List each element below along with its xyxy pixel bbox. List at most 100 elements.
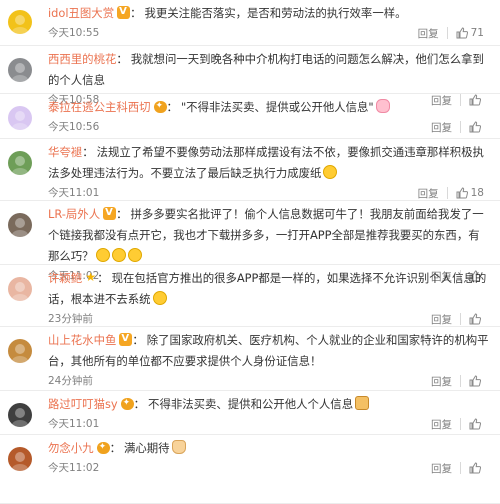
username-link[interactable]: idol丑图大赏 [48,6,114,20]
thumb-up-icon [469,418,481,430]
vip-badge-icon [103,206,117,220]
colon: ： [132,333,144,347]
crown-badge-icon [96,441,110,454]
like-button[interactable] [469,375,484,387]
reply-button[interactable]: 回复 [418,186,439,201]
avatar-image [8,213,32,237]
reply-button[interactable]: 回复 [431,312,452,327]
username-link[interactable]: LR-局外人 [48,207,100,221]
username-link[interactable]: 山上花水中鱼 [48,333,116,347]
hand-emoji-icon [171,440,186,454]
like-button[interactable] [469,121,484,133]
like-button[interactable]: 18 [456,187,484,199]
username-link[interactable]: 许颖鲍 [48,271,82,285]
like-button[interactable]: 71 [456,27,484,39]
username-link[interactable]: 西西里的桃花 [48,52,116,66]
reply-button[interactable]: 回复 [431,461,452,476]
smile-emoji-icon [127,248,142,262]
comment-actions: 回复 [431,459,484,477]
comment-body: LR-局外人：拼多多要实名批评了！偷个人信息数据可牛了！我朋友前面给我发了一个链… [48,204,490,267]
avatar[interactable] [8,151,32,175]
reply-button[interactable]: 回复 [418,26,439,41]
colon: ： [116,52,128,66]
comment-body: 泰拉在逃公主科西切 ："不得非法买卖、提供或公开他人信息" [48,97,490,118]
star-badge-icon [85,270,97,284]
colon: ： [133,397,146,411]
thumb-up-icon [469,121,481,133]
username-link[interactable]: 泰拉在逃公主科西切 [48,100,151,114]
comment-actions: 回复 [431,310,484,328]
comment-text: 现在包括官方推出的很多APP都是一样的，如果选择不允许识别个人信息的话，根本进不… [48,271,487,306]
divider [460,462,461,474]
pink-emoji-icon [375,99,390,113]
avatar[interactable] [8,277,32,301]
thumb-up-icon [456,187,468,199]
comment-time: 今天11:01 [48,187,100,199]
colon: ： [109,441,121,455]
smile-emoji-icon [111,248,126,262]
comment-body: 山上花水中鱼：除了国家政府机关、医疗机构、个人就业的企业和国家特许的机构平台，其… [48,330,490,372]
comment-meta: 今天11:01 回复 [48,415,490,433]
username-link[interactable]: 华夸褪 [48,145,82,159]
comment-actions: 回复 [431,118,484,136]
like-button[interactable] [469,462,484,474]
comment-body: 勿念小九 ：满心期待 [48,438,490,459]
colon: ： [97,271,109,285]
smile-emoji-icon [323,165,338,179]
thumb-up-icon [469,375,481,387]
like-button[interactable] [469,418,484,430]
colon: ： [82,145,94,159]
reply-button[interactable]: 回复 [431,374,452,389]
comment-time: 23分钟前 [48,313,93,325]
comment-item: 西西里的桃花： 我就想问一天到晚各种中介机构打电话的问题怎么解决，他们怎么拿到的个… [0,46,500,107]
avatar-image [8,277,32,301]
divider [460,418,461,430]
comment-item: 路过叮叮猫sy ：不得非法买卖、提供和公开他人个人信息 今天11:01 回复 [0,391,500,435]
comment-body: 许颖鲍 ：现在包括官方推出的很多APP都是一样的，如果选择不允许识别个人信息的话，… [48,268,490,310]
avatar-image [8,447,32,471]
comment-actions: 回复 18 [418,184,484,202]
avatar-image [8,403,32,427]
comment-meta: 今天11:01 回复 18 [48,184,490,202]
colon: ： [116,207,128,221]
avatar-image [8,106,32,130]
avatar[interactable] [8,447,32,471]
comment-body: idol丑图大赏 ：我更关注能否落实，是否和劳动法的执行效率一样。 [48,3,490,24]
comment-item: 山上花水中鱼：除了国家政府机关、医疗机构、个人就业的企业和国家特许的机构平台，其… [0,327,500,391]
avatar-image [8,339,32,363]
avatar[interactable] [8,58,32,82]
avatar[interactable] [8,106,32,130]
comment-item: 勿念小九 ：满心期待 今天11:02 回复 [0,435,500,504]
avatar[interactable] [8,213,32,237]
avatar[interactable] [8,339,32,363]
divider [446,187,448,199]
comment-meta: 今天10:56 回复 [48,118,490,136]
comment-item: 华夸褪： 法规立了希望不要像劳动法那样成摆设有法不依，要像抓交通违章那样积极执法多… [0,139,500,201]
comment-meta: 今天11:02 回复 [48,459,490,477]
comment-time: 今天10:55 [48,27,100,39]
avatar-image [8,58,32,82]
username-link[interactable]: 勿念小九 [48,441,94,455]
avatar[interactable] [8,10,32,34]
divider [460,121,461,133]
reply-button[interactable]: 回复 [431,120,452,135]
comment-item: 泰拉在逃公主科西切 ："不得非法买卖、提供或公开他人信息" 今天10:56 回复 [0,94,500,139]
like-button[interactable] [469,313,484,325]
avatar-image [8,10,32,34]
vip-badge-icon [117,5,131,19]
thumb-up-icon [469,313,481,325]
comment-meta: 今天10:55 回复 71 [48,24,490,42]
divider [446,27,448,39]
smile-emoji-icon [95,248,110,262]
crown-badge-icon [120,397,134,410]
comment-time: 今天11:01 [48,418,100,430]
avatar[interactable] [8,403,32,427]
username-link[interactable]: 路过叮叮猫sy [48,397,118,411]
divider [460,313,461,325]
comment-actions: 回复 [431,415,484,433]
comment-item: 许颖鲍 ：现在包括官方推出的很多APP都是一样的，如果选择不允许识别个人信息的话，… [0,265,500,327]
bread-emoji-icon [355,396,370,410]
comment-actions: 回复 71 [418,24,484,42]
comment-text: 法规立了希望不要像劳动法那样成摆设有法不依，要像抓交通违章那样积极执法多处理违法… [48,145,484,180]
reply-button[interactable]: 回复 [431,417,452,432]
